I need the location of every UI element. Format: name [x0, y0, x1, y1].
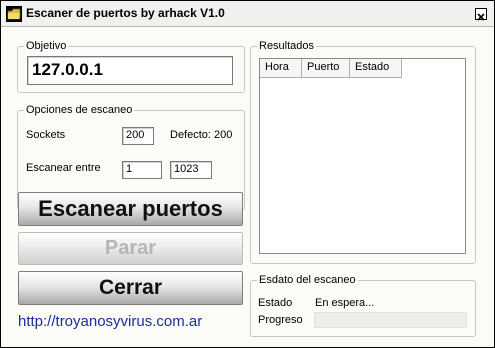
objetivo-label: Objetivo — [24, 39, 69, 53]
close-icon — [477, 13, 485, 21]
results-header: Hora Puerto Estado — [260, 59, 402, 78]
window-title: Escaner de puertos by arhack V1.0 — [26, 6, 225, 20]
folder-app-icon — [6, 6, 22, 22]
main-window: Escaner de puertos by arhack V1.0 Objeti… — [0, 0, 495, 348]
target-ip-input[interactable]: 127.0.0.1 — [27, 56, 233, 85]
scan-progress-bar — [314, 312, 467, 328]
sockets-input[interactable]: 200 — [122, 127, 154, 145]
results-list[interactable]: Hora Puerto Estado — [259, 58, 466, 254]
scan-ports-button[interactable]: Escanear puertos — [18, 192, 243, 226]
objetivo-group: Objetivo 127.0.0.1 — [17, 39, 245, 93]
opciones-label: Opciones de escaneo — [24, 103, 135, 117]
estado-group-label: Esdato del escaneo — [257, 273, 358, 287]
client-area: Objetivo 127.0.0.1 Opciones de escaneo S… — [5, 28, 490, 343]
range-label: Escanear entre — [26, 162, 101, 174]
resultados-group: Resultados Hora Puerto Estado — [250, 39, 476, 264]
progreso-label: Progreso — [258, 314, 303, 326]
range-start-input[interactable]: 1 — [122, 161, 162, 179]
resultados-label: Resultados — [257, 39, 317, 53]
website-link[interactable]: http://troyanosyvirus.com.ar — [18, 313, 202, 330]
title-bar[interactable]: Escaner de puertos by arhack V1.0 — [1, 1, 494, 27]
column-header-puerto[interactable]: Puerto — [302, 59, 350, 77]
column-header-hora[interactable]: Hora — [260, 59, 302, 77]
estado-value: En espera... — [315, 297, 375, 309]
range-end-input[interactable]: 1023 — [170, 161, 212, 179]
sockets-label: Sockets — [26, 129, 66, 141]
close-button[interactable]: Cerrar — [18, 271, 243, 305]
estado-group: Esdato del escaneo Estado En espera... P… — [250, 273, 476, 337]
defecto-label: Defecto: 200 — [170, 129, 233, 141]
estado-label: Estado — [258, 297, 293, 309]
close-window-button[interactable] — [475, 8, 487, 21]
column-header-estado[interactable]: Estado — [350, 59, 402, 77]
stop-button[interactable]: Parar — [18, 232, 243, 265]
